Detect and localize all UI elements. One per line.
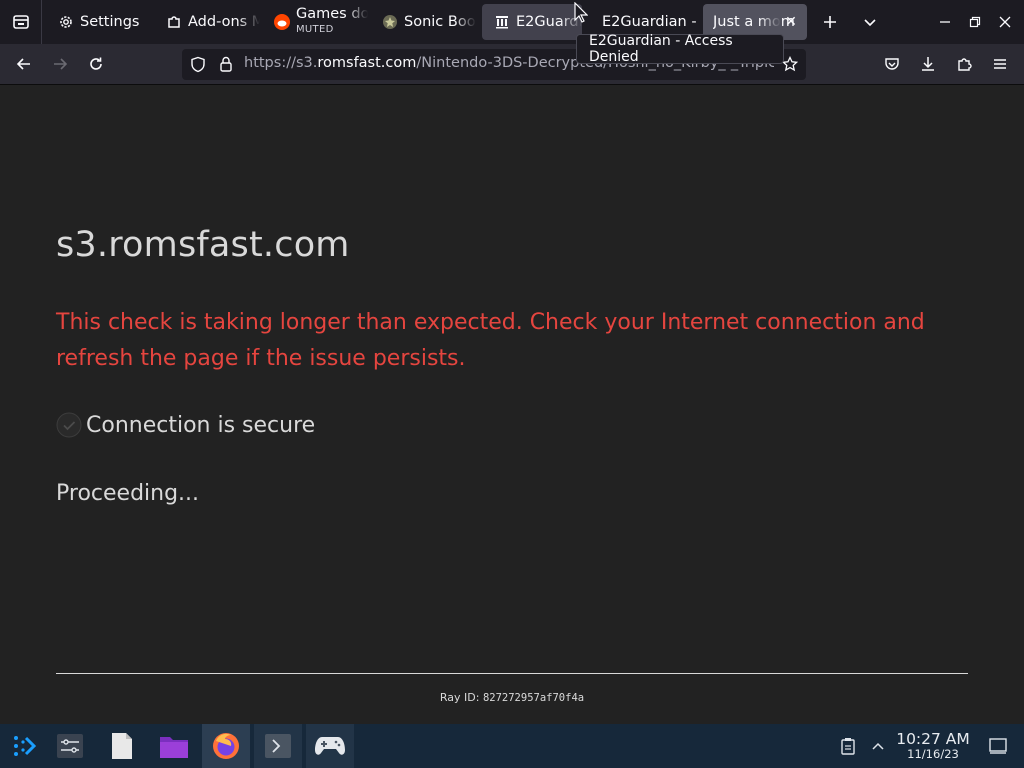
forward-arrow-icon [54,58,68,70]
download-icon [922,57,934,71]
gear-icon [58,14,74,30]
tab-settings[interactable]: Settings [46,4,152,40]
url-domain: romsfast.com [317,55,417,71]
proceeding-text: Proceeding... [56,481,200,506]
page-content: s3.romsfast.com This check is taking lon… [0,85,1024,724]
desktop-icon [989,738,1007,754]
konsole-app[interactable] [254,724,302,768]
clock-time: 10:27 AM [896,730,970,748]
pocket-icon [885,58,899,70]
minimize-icon [940,21,950,23]
lock-icon[interactable] [219,56,233,72]
tab-e2guardian-active[interactable]: E2Guardi [482,4,582,40]
sonic-icon [382,14,398,30]
mouse-cursor-icon [574,2,588,23]
ray-id-footer: Ray ID: 827272957af70f4a [0,691,1024,704]
show-desktop-button[interactable] [978,724,1018,768]
bookmark-star-icon[interactable] [782,56,798,72]
close-icon [999,16,1011,28]
close-window-button[interactable] [989,6,1021,38]
ray-id-value: 827272957af70f4a [482,692,585,704]
list-all-tabs-button[interactable] [854,6,886,38]
app-menu-button[interactable] [984,48,1016,80]
footer-divider [56,673,968,674]
tab-label: E2Guardian - [602,14,696,30]
gamepad-icon [315,737,345,755]
navigation-toolbar: https://s3.romsfast.com/Nintendo-3DS-Dec… [0,44,1024,85]
extensions-button[interactable] [948,48,980,80]
system-tray-expand[interactable] [862,724,894,768]
tab-games[interactable]: Games do MUTED [262,4,368,40]
reddit-icon [274,14,290,30]
reload-icon [90,57,102,70]
firefox-view-icon [12,15,29,29]
back-arrow-icon [16,58,30,70]
tracking-protection-shield-icon[interactable] [190,56,206,73]
steamos-launcher-icon [14,736,37,756]
restore-icon [969,16,981,28]
text-file-app[interactable] [98,724,146,768]
puzzle-icon [166,14,182,30]
file-manager-app[interactable] [150,724,198,768]
taskbar: 10:27 AM 11/16/23 [0,724,1024,768]
error-message: This check is taking longer than expecte… [56,310,925,371]
pocket-button[interactable] [876,48,908,80]
application-launcher-button[interactable] [0,724,48,768]
tab-strip: Settings Add-ons M Games do MUTED Sonic … [0,0,1024,44]
tab-tooltip: E2Guardian - Access Denied [576,33,784,65]
document-icon [112,733,132,759]
firefox-app[interactable] [202,724,250,768]
back-button[interactable] [8,48,40,80]
system-settings-app[interactable] [46,724,94,768]
reload-button[interactable] [80,48,112,80]
tab-sonic[interactable]: Sonic Boo [370,4,476,40]
digital-clock[interactable]: 10:27 AM 11/16/23 [893,731,973,761]
connection-secure-text: Connection is secure [86,412,316,438]
puzzle-icon [958,58,972,71]
forward-button[interactable] [44,48,76,80]
new-tab-button[interactable] [814,6,846,38]
game-controller-app[interactable] [306,724,354,768]
settings-sliders-icon [57,734,83,758]
chevron-up-icon [872,742,884,750]
downloads-button[interactable] [912,48,944,80]
clipboard-icon [841,738,855,755]
hamburger-menu-icon [994,59,1006,69]
page-title: s3.romsfast.com [56,225,350,265]
minimize-button[interactable] [929,6,961,38]
close-tab-icon[interactable]: ✕ [781,12,801,32]
folder-icon [160,737,188,758]
tab-label: Settings [80,14,140,30]
url-prefix: https://s3. [244,55,318,71]
check-circle-icon [56,412,82,438]
chevron-down-icon [864,19,876,27]
plus-icon [824,16,836,28]
firefox-icon [213,733,239,759]
clock-date: 11/16/23 [907,747,959,761]
restore-button[interactable] [959,6,991,38]
firefox-view-button[interactable] [0,0,42,44]
tab-addons[interactable]: Add-ons M [154,4,260,40]
museum-icon [494,14,510,30]
terminal-icon [265,734,291,758]
connection-status: Connection is secure [56,412,315,438]
ray-id-label: Ray ID: [439,691,483,704]
